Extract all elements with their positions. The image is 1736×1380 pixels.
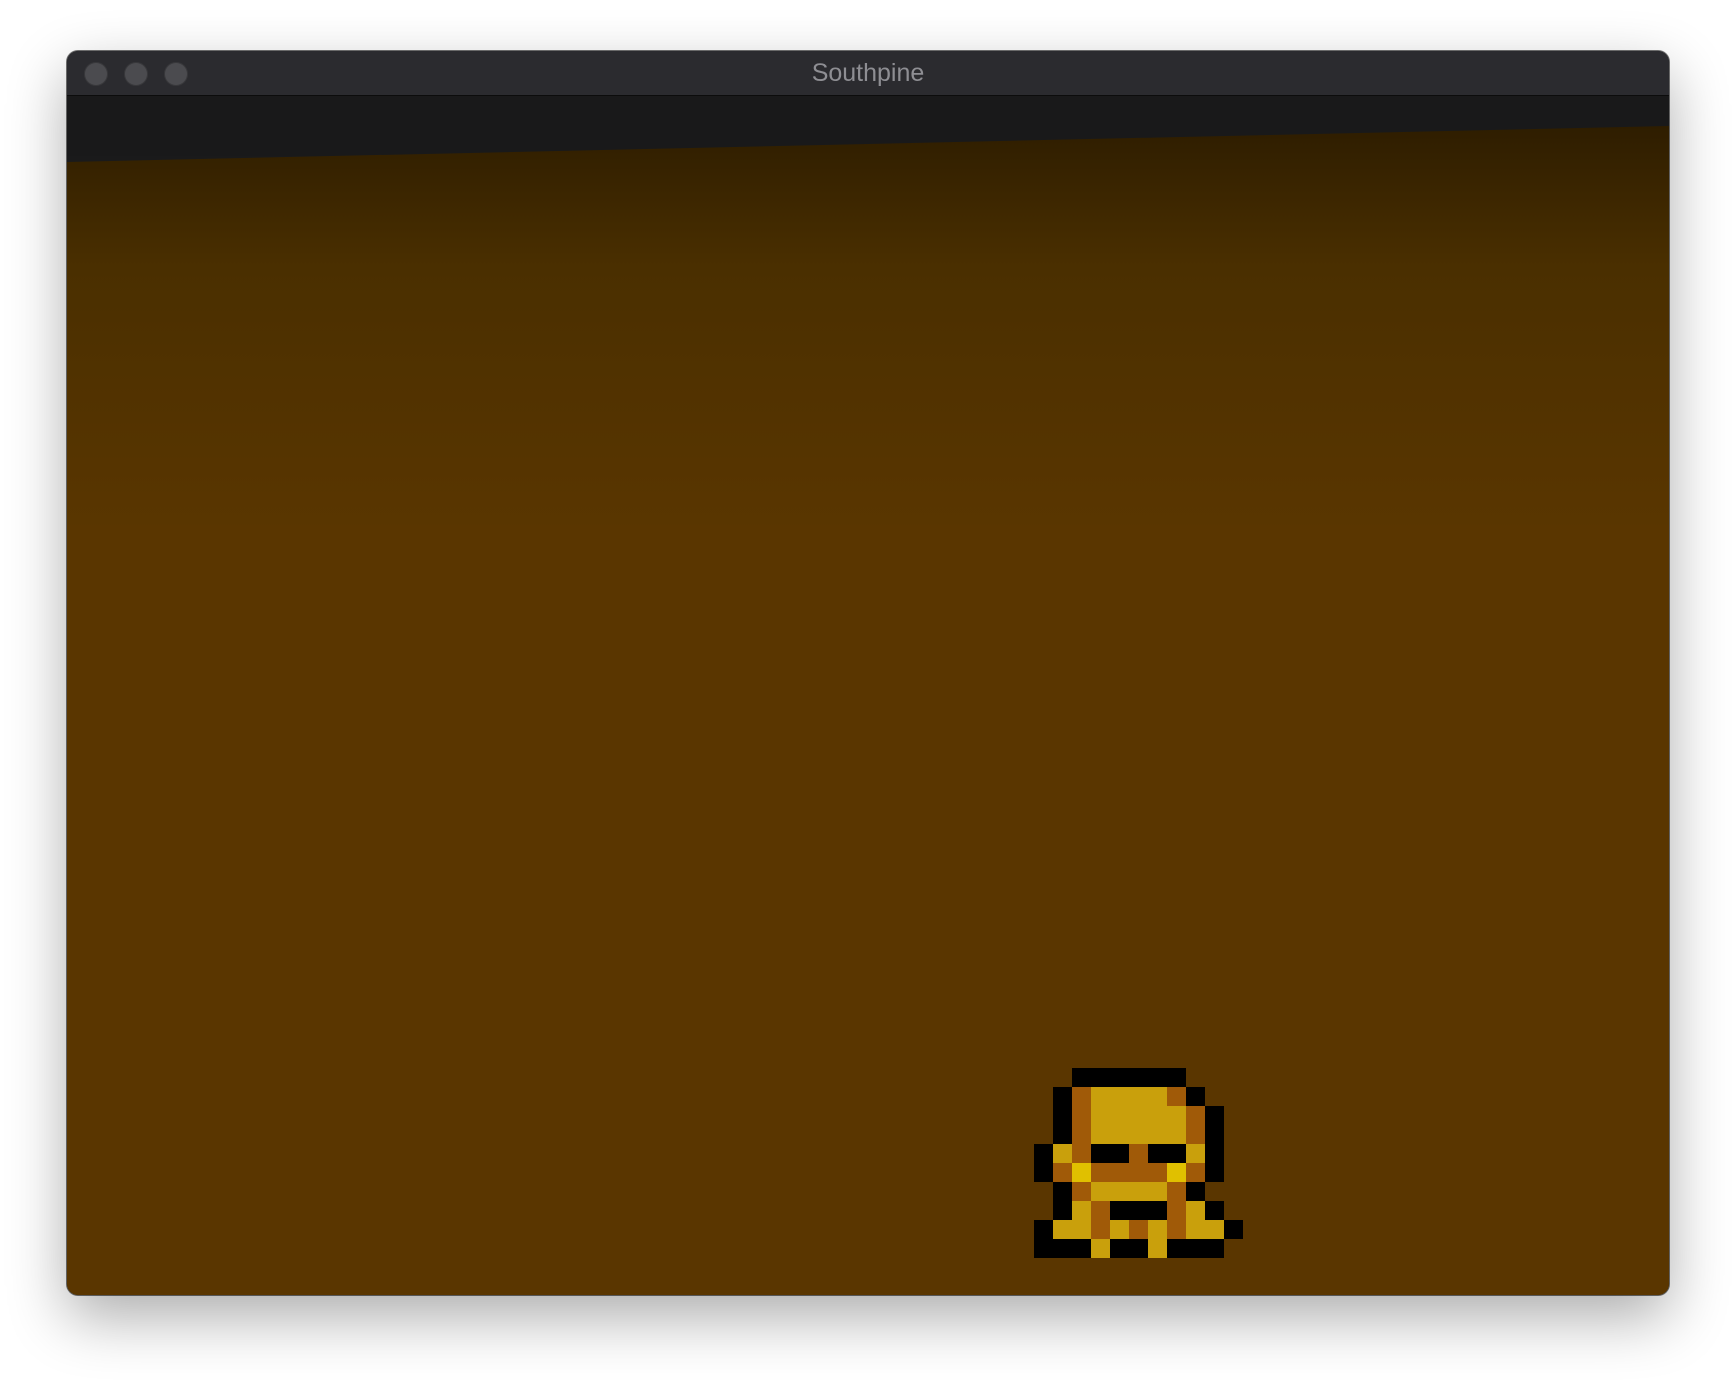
sprite-pixel (1072, 1201, 1091, 1220)
sprite-pixel (1053, 1125, 1072, 1144)
sprite-pixel (1186, 1239, 1205, 1258)
sprite-pixel (1148, 1201, 1167, 1220)
sprite-pixel (1186, 1182, 1205, 1201)
sprite-pixel (1091, 1087, 1110, 1106)
sprite-pixel (1091, 1182, 1110, 1201)
sprite-pixel (1034, 1144, 1053, 1163)
sprite-pixel (1110, 1125, 1129, 1144)
sprite-pixel (1129, 1163, 1148, 1182)
sprite-pixel (1072, 1144, 1091, 1163)
sprite-pixel (1205, 1201, 1224, 1220)
sprite-pixel (1091, 1201, 1110, 1220)
sprite-pixel (1053, 1220, 1072, 1239)
sprite-pixel (1053, 1087, 1072, 1106)
sprite-pixel (1091, 1220, 1110, 1239)
sprite-pixel (1110, 1182, 1129, 1201)
sprite-pixel (1186, 1201, 1205, 1220)
sprite-pixel (1053, 1182, 1072, 1201)
sprite-pixel (1129, 1144, 1148, 1163)
sprite-pixel (1072, 1068, 1091, 1087)
window-title: Southpine (811, 59, 925, 87)
sprite-pixel (1110, 1106, 1129, 1125)
ground-plane (67, 126, 1669, 1295)
sprite-pixel (1186, 1106, 1205, 1125)
sprite-pixel (1034, 1163, 1053, 1182)
sprite-pixel (1072, 1163, 1091, 1182)
sprite-pixel (1110, 1068, 1129, 1087)
sprite-pixel (1205, 1239, 1224, 1258)
sprite-pixel (1091, 1068, 1110, 1087)
sprite-pixel (1034, 1220, 1053, 1239)
sprite-pixel (1110, 1163, 1129, 1182)
sprite-pixel (1186, 1087, 1205, 1106)
sprite-pixel (1167, 1239, 1186, 1258)
sprite-pixel (1091, 1144, 1110, 1163)
sprite-pixel (1167, 1106, 1186, 1125)
sprite-pixel (1110, 1201, 1129, 1220)
sprite-pixel (1205, 1106, 1224, 1125)
sprite-pixel (1167, 1125, 1186, 1144)
sprite-pixel (1072, 1239, 1091, 1258)
sprite-pixel (1148, 1239, 1167, 1258)
sprite-pixel (1186, 1163, 1205, 1182)
sprite-pixel (1129, 1182, 1148, 1201)
app-window: Southpine (67, 51, 1669, 1295)
sprite-pixel (1129, 1087, 1148, 1106)
sprite-pixel (1148, 1106, 1167, 1125)
sprite-pixel (1148, 1125, 1167, 1144)
sprite-pixel (1091, 1239, 1110, 1258)
sprite-pixel (1129, 1239, 1148, 1258)
sprite-pixel (1129, 1106, 1148, 1125)
sprite-pixel (1167, 1144, 1186, 1163)
sprite-pixel (1205, 1125, 1224, 1144)
sprite-pixel (1053, 1144, 1072, 1163)
sprite-pixel (1148, 1220, 1167, 1239)
sprite-pixel (1110, 1144, 1129, 1163)
sprite-pixel (1072, 1182, 1091, 1201)
sprite-pixel (1129, 1068, 1148, 1087)
sprite-pixel (1091, 1163, 1110, 1182)
sprite-pixel (1205, 1220, 1224, 1239)
sprite-pixel (1053, 1106, 1072, 1125)
sprite-pixel (1072, 1087, 1091, 1106)
sprite-pixel (1148, 1087, 1167, 1106)
sprite-pixel (1129, 1220, 1148, 1239)
sprite-pixel (1148, 1068, 1167, 1087)
sprite-pixel (1224, 1220, 1243, 1239)
sprite-pixel (1167, 1182, 1186, 1201)
sprite-pixel (1186, 1220, 1205, 1239)
sprite-pixel (1167, 1201, 1186, 1220)
sprite-pixel (1205, 1144, 1224, 1163)
sprite-pixel (1148, 1163, 1167, 1182)
game-canvas[interactable] (67, 96, 1669, 1295)
sprite-pixel (1053, 1201, 1072, 1220)
sprite-pixel (1167, 1220, 1186, 1239)
sprite-pixel (1129, 1201, 1148, 1220)
sprite-pixel (1110, 1087, 1129, 1106)
sprite-pixel (1205, 1163, 1224, 1182)
sprite-pixel (1091, 1125, 1110, 1144)
sprite-pixel (1053, 1163, 1072, 1182)
sprite-pixel (1129, 1125, 1148, 1144)
sprite-pixel (1167, 1087, 1186, 1106)
sprite-pixel (1072, 1220, 1091, 1239)
title-bar[interactable]: Southpine (67, 51, 1669, 96)
sprite-pixel (1186, 1144, 1205, 1163)
sprite-pixel (1148, 1182, 1167, 1201)
game-viewport[interactable] (67, 96, 1669, 1295)
sprite-pixel (1167, 1163, 1186, 1182)
sprite-pixel (1072, 1125, 1091, 1144)
sprite-pixel (1167, 1068, 1186, 1087)
sprite-pixel (1148, 1144, 1167, 1163)
sprite-pixel (1072, 1106, 1091, 1125)
sprite-pixel (1110, 1239, 1129, 1258)
sprite-pixel (1186, 1125, 1205, 1144)
sprite-pixel (1091, 1106, 1110, 1125)
sprite-pixel (1053, 1239, 1072, 1258)
sprite-pixel (1110, 1220, 1129, 1239)
sprite-pixel (1034, 1239, 1053, 1258)
